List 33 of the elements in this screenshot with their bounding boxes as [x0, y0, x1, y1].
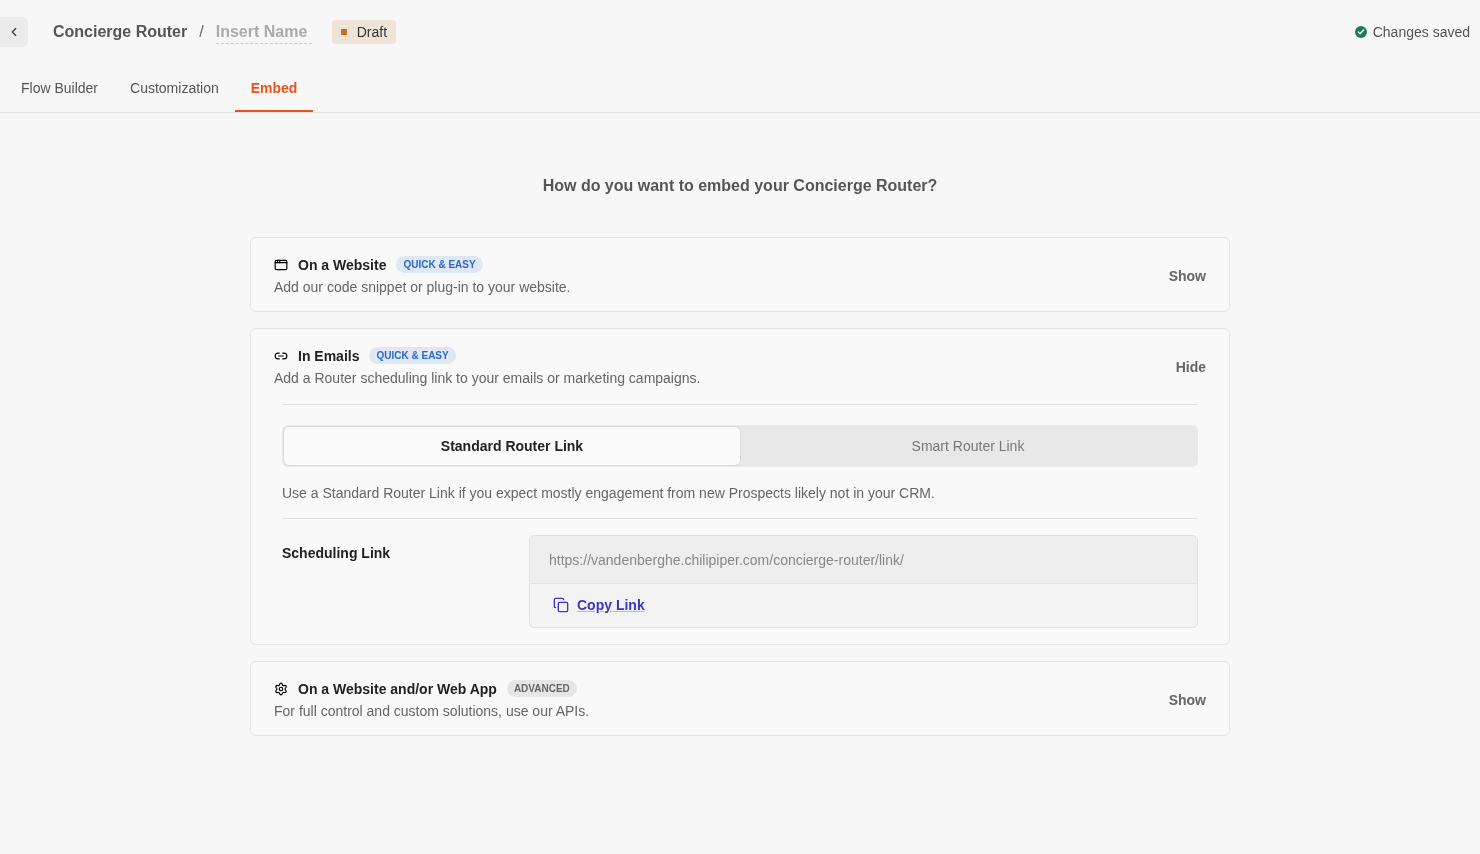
option-description: Add a Router scheduling link to your emails or marketing campaigns.	[274, 370, 702, 386]
option-description: For full control and custom solutions, use our APIs.	[274, 703, 591, 719]
link-type-hint: Use a Standard Router Link if you expect mostly engagement from new Prospects likely not in your CRM.	[282, 467, 1198, 519]
toggle-button[interactable]: Show	[1168, 267, 1206, 284]
option-badge: ADVANCED	[506, 680, 577, 697]
url-text: https://vandenberghe.chilipiper.com/concierge-router/link/	[530, 536, 1197, 584]
breadcrumb-text: Concierge Router	[53, 23, 188, 41]
option-title: On a Website and/or Web App	[298, 680, 497, 697]
option-badge: QUICK & EASY	[396, 256, 483, 273]
option-badge: QUICK & EASY	[369, 347, 456, 364]
back-button[interactable]	[0, 17, 28, 47]
toggle-button[interactable]: Show	[1168, 691, 1206, 708]
name-input-field[interactable]: Insert Name	[215, 20, 312, 44]
link-type-option[interactable]: Smart Router Link	[740, 427, 1196, 465]
copy-icon	[553, 597, 569, 613]
tab[interactable]: Flow Builder	[5, 64, 115, 112]
option-description: Add our code snippet or plug-in to your website.	[274, 279, 572, 295]
browser-window-icon	[274, 257, 288, 272]
settings-icon	[274, 681, 288, 696]
option-title: On a Website	[298, 256, 387, 273]
tab[interactable]: Customization	[114, 64, 235, 112]
check-icon	[1354, 26, 1367, 38]
option-title: In Emails	[298, 347, 360, 364]
field-label: Scheduling Link	[282, 544, 392, 563]
status-text: Draft	[356, 24, 388, 40]
breadcrumb-separator: /	[199, 23, 204, 41]
link-type-option[interactable]: Standard Router Link	[284, 427, 740, 465]
save-status-text: Changes saved	[1372, 24, 1470, 40]
status-square-icon	[340, 29, 347, 35]
page-heading: How do you want to embed your Concierge Router?	[541, 177, 939, 195]
tab[interactable]: Embed	[234, 64, 314, 112]
copy-link-button[interactable]: Copy Link	[553, 597, 645, 613]
toggle-button[interactable]: Hide	[1175, 358, 1206, 375]
